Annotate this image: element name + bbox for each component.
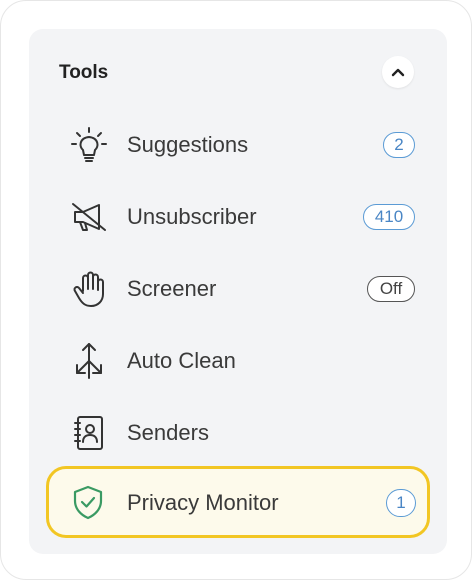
tool-label-senders: Senders <box>127 420 209 445</box>
tool-item-senders[interactable]: Senders <box>47 398 429 468</box>
lightbulb-icon <box>69 125 109 165</box>
contact-book-icon <box>69 413 109 453</box>
suggestions-count-badge: 2 <box>383 132 415 158</box>
chevron-up-icon <box>391 68 405 77</box>
tools-header: Tools <box>29 29 447 117</box>
tool-item-auto-clean[interactable]: Auto Clean <box>47 326 429 396</box>
tool-item-unsubscriber[interactable]: Unsubscriber 410 <box>47 182 429 252</box>
unsubscriber-count-badge: 410 <box>363 204 415 230</box>
tool-label-suggestions: Suggestions <box>127 132 249 157</box>
hand-icon <box>69 269 109 309</box>
tools-panel: Tools Suggestions 2 Unsubscriber 410 Scr… <box>29 29 447 554</box>
muted-megaphone-icon <box>69 197 109 237</box>
tool-label-privacy-monitor: Privacy Monitor <box>127 490 279 515</box>
tool-label-screener: Screener <box>127 276 217 301</box>
tool-label-unsubscriber: Unsubscriber <box>127 204 257 229</box>
screener-status-badge: Off <box>367 276 415 302</box>
shield-check-icon <box>68 482 108 522</box>
auto-clean-arrows-icon <box>69 341 109 381</box>
widget-frame: Tools Suggestions 2 Unsubscriber 410 Scr… <box>0 0 472 580</box>
tool-item-screener[interactable]: Screener Off <box>47 254 429 324</box>
tool-item-privacy-monitor[interactable]: Privacy Monitor 1 <box>46 466 430 538</box>
collapse-button[interactable] <box>382 56 414 88</box>
tool-label-auto-clean: Auto Clean <box>127 348 236 373</box>
tools-title: Tools <box>59 62 109 83</box>
privacy-monitor-count-badge: 1 <box>386 489 416 517</box>
tool-item-suggestions[interactable]: Suggestions 2 <box>47 110 429 180</box>
